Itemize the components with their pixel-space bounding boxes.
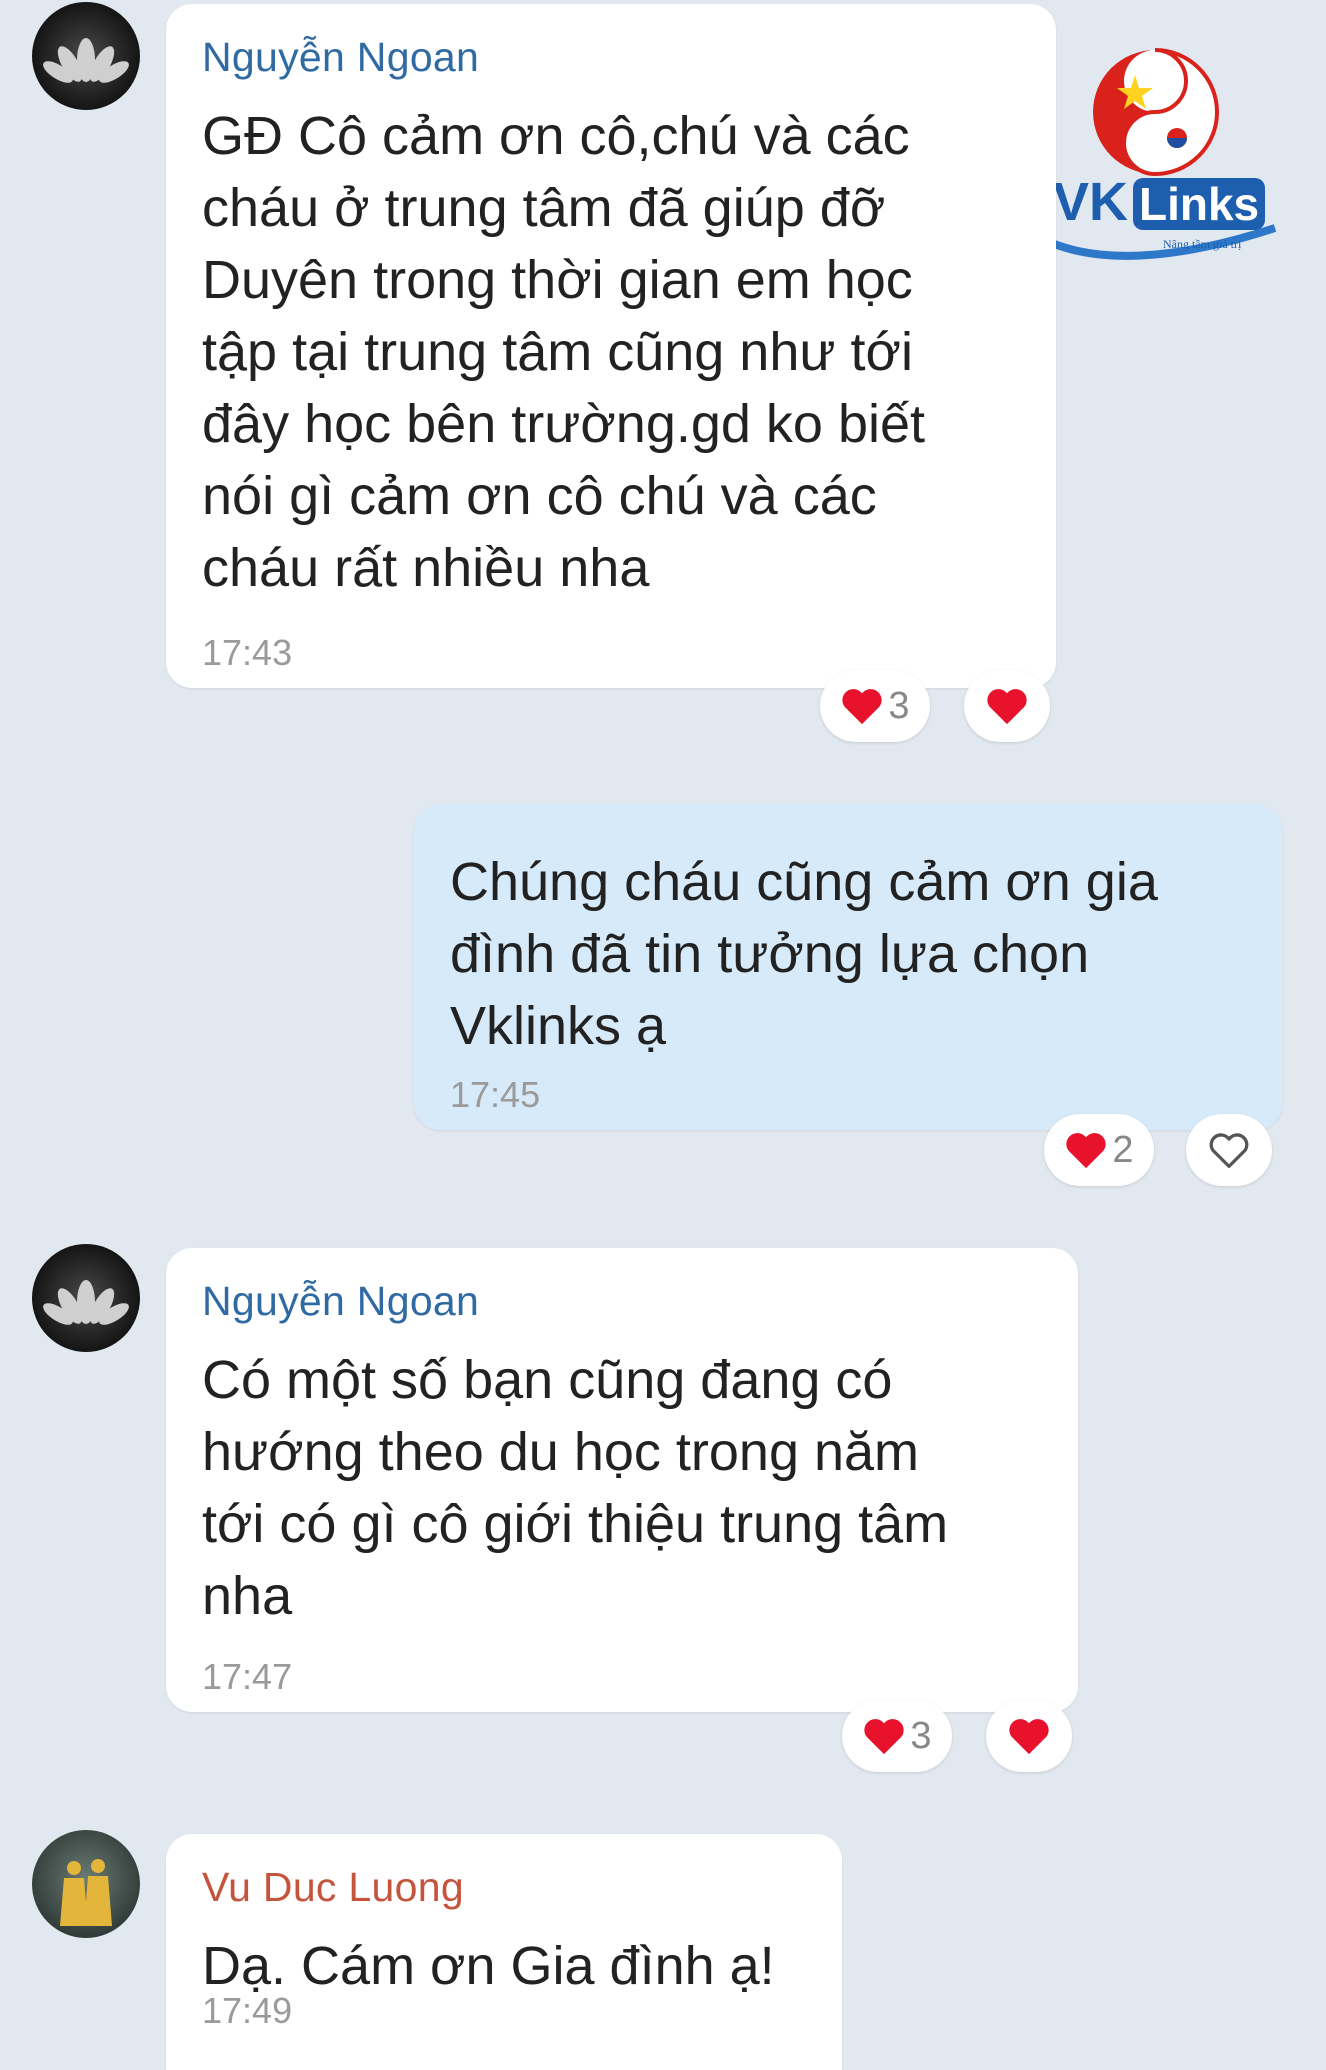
avatar[interactable] (32, 2, 140, 110)
reaction-count: 3 (910, 1714, 932, 1757)
message-time: 17:49 (202, 1990, 293, 2031)
heart-icon (987, 689, 1027, 725)
message-time: 17:47 (202, 1656, 293, 1697)
reaction-count-badge[interactable]: 3 (842, 1700, 952, 1772)
heart-icon (1066, 1133, 1107, 1169)
reaction-count: 2 (1112, 1128, 1134, 1171)
react-button[interactable] (986, 1700, 1072, 1772)
reaction-count: 3 (888, 684, 910, 727)
message-text: Chúng cháu cũng cảm ơn gia đình đã tin t… (450, 852, 1158, 1056)
reaction-count-badge[interactable]: 2 (1044, 1114, 1154, 1186)
heart-icon (1009, 1719, 1049, 1755)
svg-text:VK: VK (1053, 172, 1128, 232)
svg-text:Links: Links (1139, 178, 1259, 230)
sender-name[interactable]: Vu Duc Luong (202, 1862, 806, 1912)
message-bubble-outgoing[interactable]: Chúng cháu cũng cảm ơn gia đình đã tin t… (414, 804, 1282, 1130)
reaction-count-badge[interactable]: 3 (820, 670, 930, 742)
message-time: 17:45 (450, 1074, 541, 1115)
react-button[interactable] (1186, 1114, 1272, 1186)
message-text: Có một số bạn cũng đang có hướng theo du… (202, 1350, 949, 1626)
vklinks-logo: VK Links Nâng tầm giá trị (1025, 30, 1295, 280)
heart-icon (864, 1719, 905, 1755)
react-button[interactable] (964, 670, 1050, 742)
message-text: Dạ. Cám ơn Gia đình ạ! (202, 1936, 775, 1996)
heart-icon (842, 689, 883, 725)
heart-outline-icon (1209, 1133, 1249, 1168)
message-time: 17:43 (202, 632, 293, 673)
sender-name[interactable]: Nguyễn Ngoan (202, 1276, 1042, 1326)
avatar[interactable] (32, 1830, 140, 1938)
sender-name[interactable]: Nguyễn Ngoan (202, 32, 1020, 82)
message-bubble[interactable]: Vu Duc Luong Dạ. Cám ơn Gia đình ạ! 17:4… (166, 1834, 842, 2070)
message-bubble[interactable]: Nguyễn Ngoan GĐ Cô cảm ơn cô,chú và các … (166, 4, 1056, 688)
message-text: GĐ Cô cảm ơn cô,chú và các cháu ở trung … (202, 106, 926, 598)
avatar[interactable] (32, 1244, 140, 1352)
svg-text:Nâng tầm giá trị: Nâng tầm giá trị (1163, 237, 1242, 251)
message-bubble[interactable]: Nguyễn Ngoan Có một số bạn cũng đang có … (166, 1248, 1078, 1712)
